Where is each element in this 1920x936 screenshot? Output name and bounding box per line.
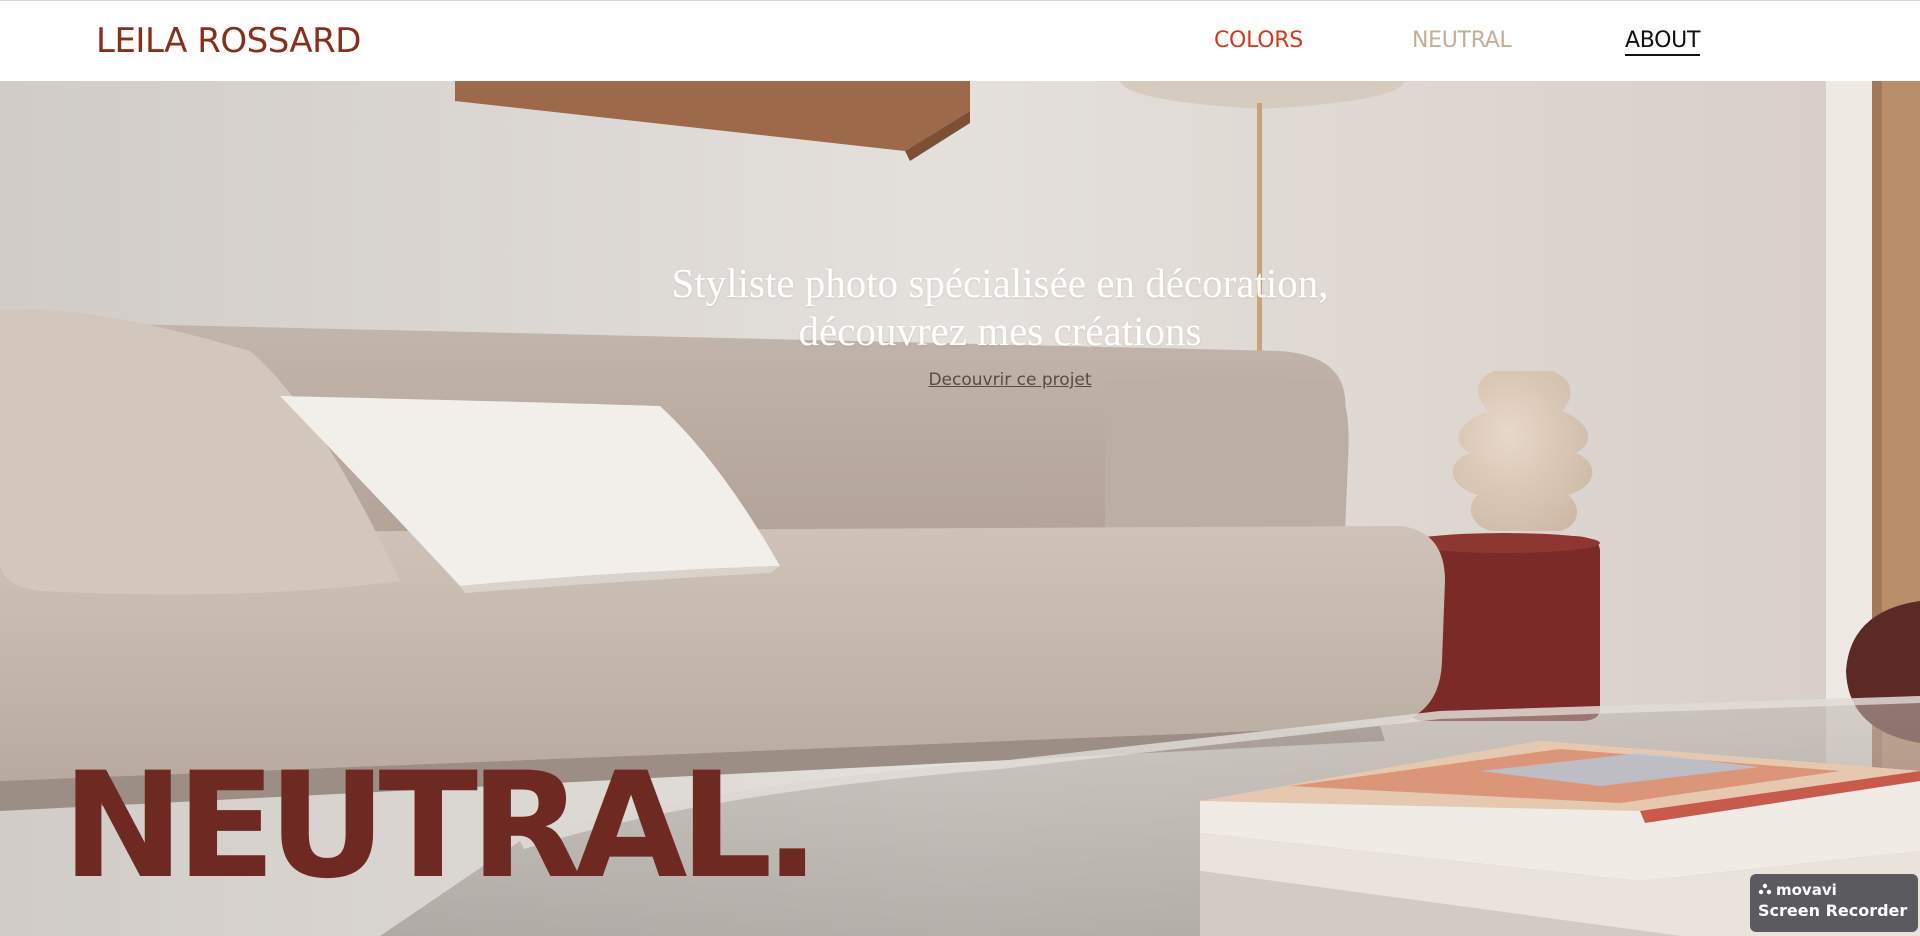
hero-section: Styliste photo spécialisée en décoration… xyxy=(0,81,1920,936)
nav-neutral-link[interactable]: NEUTRAL xyxy=(1412,28,1512,53)
watermark-brand: movavi xyxy=(1776,881,1837,899)
hero-tagline-line-1: Styliste photo spécialisée en décoration… xyxy=(671,260,1329,306)
nav-about-link[interactable]: ABOUT xyxy=(1625,28,1700,56)
screen-recorder-watermark: movavi Screen Recorder xyxy=(1750,874,1918,932)
watermark-product: Screen Recorder xyxy=(1758,901,1908,920)
hero-tagline: Styliste photo spécialisée en décoration… xyxy=(560,259,1440,355)
watermark-brand-row: movavi xyxy=(1758,880,1910,900)
discover-project-link[interactable]: Decouvrir ce projet xyxy=(860,370,1160,390)
nav-colors-link[interactable]: COLORS xyxy=(1214,28,1303,53)
movavi-logo-icon xyxy=(1758,883,1772,895)
site-header: LEILA ROSSARD COLORS NEUTRAL ABOUT xyxy=(0,0,1920,81)
brand-logo-link[interactable]: LEILA ROSSARD xyxy=(96,21,362,61)
page: LEILA ROSSARD COLORS NEUTRAL ABOUT Styli… xyxy=(0,0,1920,936)
collection-title: NEUTRAL. xyxy=(62,741,820,911)
hero-tagline-line-2: découvrez mes créations xyxy=(798,308,1202,354)
